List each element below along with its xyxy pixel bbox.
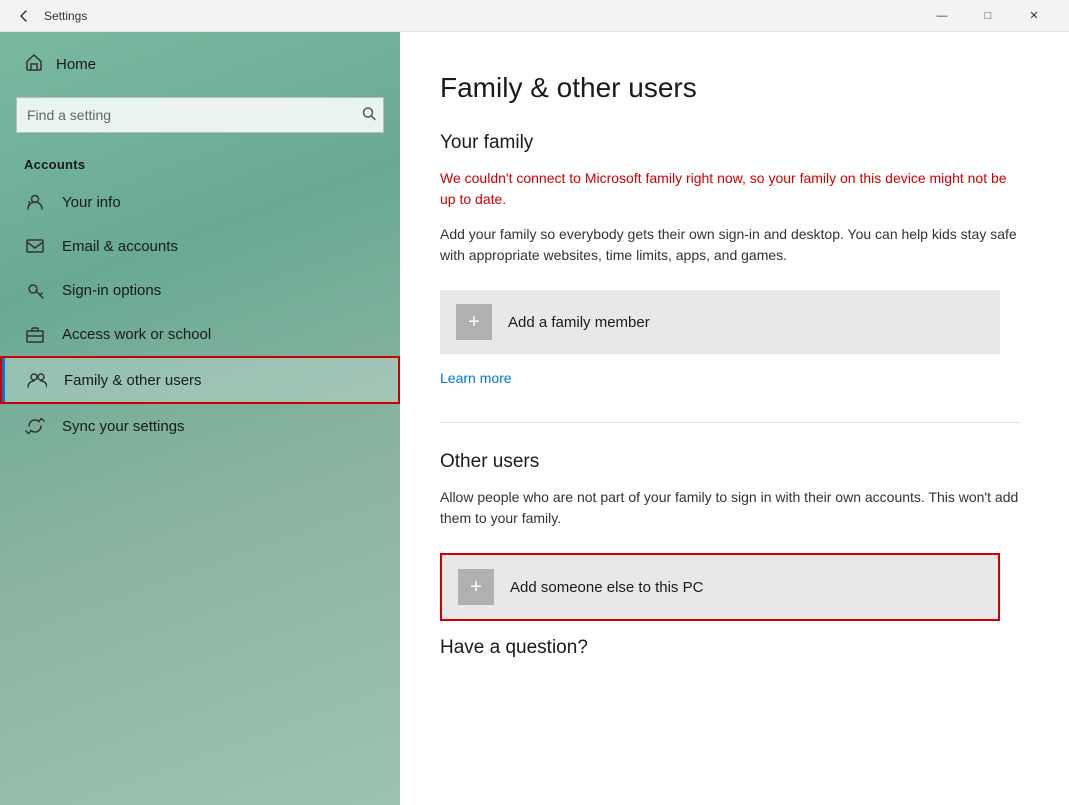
sign-in-label: Sign-in options xyxy=(62,282,161,299)
add-someone-button[interactable]: + Add someone else to this PC xyxy=(440,553,1000,621)
email-icon xyxy=(24,236,46,256)
sidebar-item-email-accounts[interactable]: Email & accounts xyxy=(0,224,400,268)
window-controls: — □ ✕ xyxy=(919,0,1057,32)
email-accounts-label: Email & accounts xyxy=(62,238,178,255)
sidebar-item-sign-in[interactable]: Sign-in options xyxy=(0,268,400,312)
back-button[interactable] xyxy=(12,4,36,28)
sidebar-item-access-work[interactable]: Access work or school xyxy=(0,312,400,356)
page-title: Family & other users xyxy=(440,72,1021,104)
sidebar: Home Accounts Your info xyxy=(0,32,400,805)
family-desc-text: Add your family so everybody gets their … xyxy=(440,224,1021,266)
group-icon xyxy=(26,370,48,390)
key-icon xyxy=(24,280,46,300)
other-users-title: Other users xyxy=(440,451,1021,473)
sidebar-item-home[interactable]: Home xyxy=(0,32,400,97)
content-area: Family & other users Your family We coul… xyxy=(400,32,1069,805)
search-input[interactable] xyxy=(16,97,384,133)
maximize-button[interactable]: □ xyxy=(965,0,1011,32)
add-someone-plus-icon: + xyxy=(458,569,494,605)
your-info-label: Your info xyxy=(62,194,121,211)
your-family-title: Your family xyxy=(440,132,1021,154)
close-button[interactable]: ✕ xyxy=(1011,0,1057,32)
family-error-text: We couldn't connect to Microsoft family … xyxy=(440,168,1021,210)
learn-more-link[interactable]: Learn more xyxy=(440,370,512,386)
add-family-label: Add a family member xyxy=(508,314,650,331)
sidebar-item-sync[interactable]: Sync your settings xyxy=(0,404,400,448)
accounts-section-title: Accounts xyxy=(0,149,400,180)
add-someone-label: Add someone else to this PC xyxy=(510,579,703,596)
home-label: Home xyxy=(56,56,96,73)
minimize-button[interactable]: — xyxy=(919,0,965,32)
access-work-label: Access work or school xyxy=(62,326,211,343)
your-info-icon xyxy=(24,192,46,212)
app-body: Home Accounts Your info xyxy=(0,32,1069,805)
sync-icon xyxy=(24,416,46,436)
briefcase-icon xyxy=(24,324,46,344)
titlebar: Settings — □ ✕ xyxy=(0,0,1069,32)
window-title: Settings xyxy=(44,9,919,23)
add-family-plus-icon: + xyxy=(456,304,492,340)
have-question-title: Have a question? xyxy=(440,637,1021,659)
section-divider xyxy=(440,422,1021,423)
other-users-desc: Allow people who are not part of your fa… xyxy=(440,487,1021,529)
sidebar-item-family[interactable]: Family & other users xyxy=(0,356,400,404)
add-family-member-button[interactable]: + Add a family member xyxy=(440,290,1000,354)
home-icon xyxy=(24,52,44,77)
sidebar-item-your-info[interactable]: Your info xyxy=(0,180,400,224)
sync-label: Sync your settings xyxy=(62,418,185,435)
search-icon[interactable] xyxy=(362,107,376,124)
family-label: Family & other users xyxy=(64,372,202,389)
search-box xyxy=(16,97,384,133)
